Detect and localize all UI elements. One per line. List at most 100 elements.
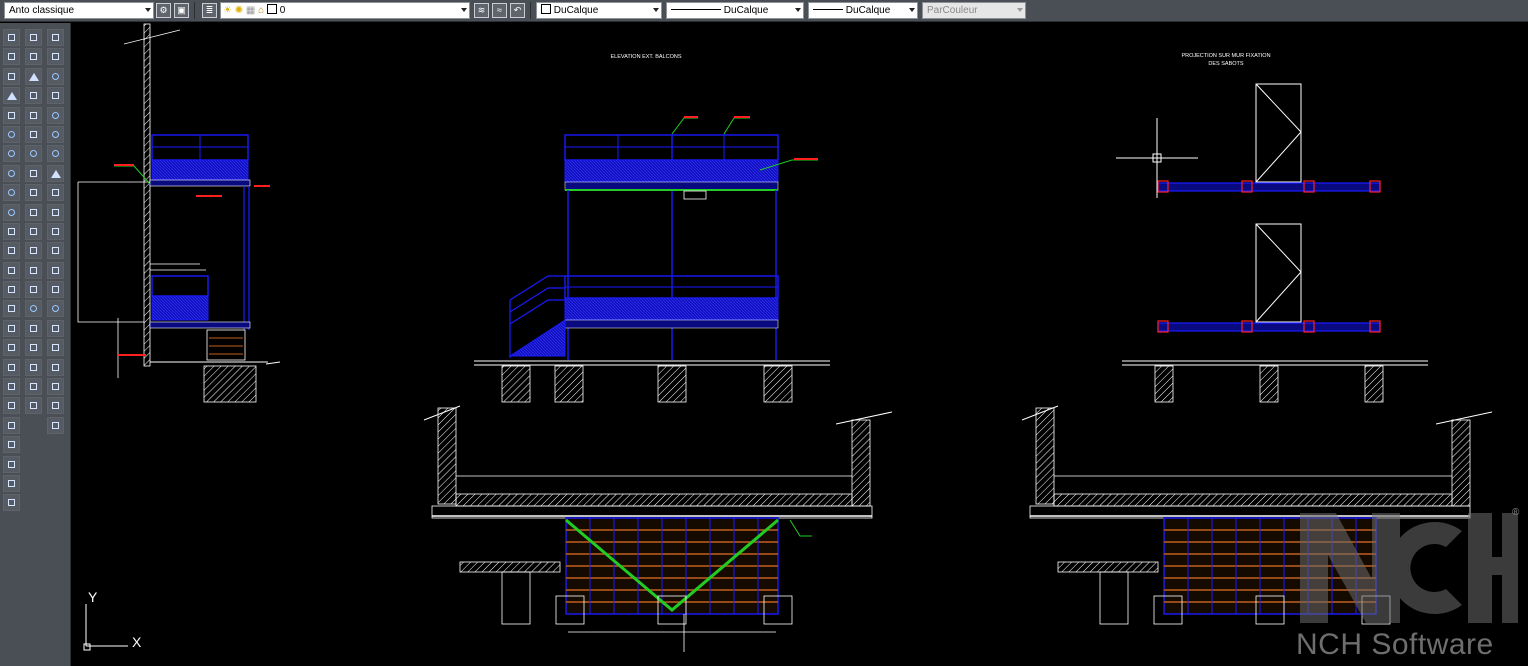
dim-ordinate-icon[interactable] xyxy=(47,87,64,105)
draworder-above-icon[interactable] xyxy=(3,436,20,454)
ellipse-tool-icon[interactable] xyxy=(3,203,20,221)
color-dropdown[interactable]: DuCalque xyxy=(536,2,662,19)
chamfer-tool-icon[interactable] xyxy=(25,281,42,299)
pedit-tool-icon[interactable] xyxy=(25,339,42,357)
sketch-tool-icon[interactable] xyxy=(25,358,42,376)
match-layer-icon[interactable]: ≈ xyxy=(492,3,507,18)
construction-line-icon[interactable] xyxy=(3,48,20,66)
explode-tool-icon[interactable] xyxy=(25,319,42,337)
scale-tool-icon[interactable] xyxy=(25,164,42,182)
linetype-dropdown[interactable]: DuCalque xyxy=(666,2,804,19)
gear-icon[interactable]: ⚙ xyxy=(156,3,171,18)
lineweight-dropdown[interactable]: DuCalque xyxy=(808,2,918,19)
projection-title-line1: PROJECTION SUR MUR FIXATION xyxy=(1181,53,1270,59)
dim-text-edit-icon[interactable] xyxy=(47,378,64,396)
plotstyle-dropdown: ParCouleur xyxy=(922,2,1026,19)
draworder-below-icon[interactable] xyxy=(3,455,20,473)
extend-tool-icon[interactable] xyxy=(25,222,42,240)
dim-update-icon[interactable] xyxy=(47,397,64,415)
plotstyle-dropdown-value: ParCouleur xyxy=(927,5,978,16)
table-tool-icon[interactable] xyxy=(3,339,20,357)
dim-continue-icon[interactable] xyxy=(47,222,64,240)
mtext-tool-icon[interactable] xyxy=(3,358,20,376)
previous-layer-icon[interactable]: ↶ xyxy=(510,3,525,18)
add-selected-icon[interactable] xyxy=(3,378,20,396)
gradient-tool-icon[interactable] xyxy=(3,300,20,318)
dim-break-icon[interactable] xyxy=(47,261,64,279)
chevron-down-icon xyxy=(795,8,801,12)
spline-tool-icon[interactable] xyxy=(3,184,20,202)
dim-jogged-icon[interactable] xyxy=(47,125,64,143)
fillet-tool-icon[interactable] xyxy=(25,300,42,318)
polygon-tool-icon[interactable] xyxy=(3,87,20,105)
draworder-back-icon[interactable] xyxy=(3,416,20,434)
elevation-title: ELEVATION EXT. BALCONS xyxy=(610,54,681,60)
revision-cloud-icon[interactable] xyxy=(3,164,20,182)
rectangle-tool-icon[interactable] xyxy=(3,106,20,124)
projection-view-right: PROJECTION SUR MUR FIXATION DES SABOTS xyxy=(1116,53,1428,403)
text-to-front-icon[interactable] xyxy=(3,474,20,492)
make-block-icon[interactable] xyxy=(3,242,20,260)
nch-logo: ® xyxy=(1300,507,1520,623)
hatch-tool-icon[interactable] xyxy=(3,281,20,299)
move-tool-icon[interactable] xyxy=(25,125,42,143)
trim-tool-icon[interactable] xyxy=(25,203,42,221)
dim-diameter-icon[interactable] xyxy=(47,145,64,163)
projection-title-line2: DES SABOTS xyxy=(1208,61,1243,67)
modify-toolbar xyxy=(24,29,44,417)
point-tool-icon[interactable] xyxy=(3,261,20,279)
workspace-dropdown[interactable]: Anto classique xyxy=(4,2,154,19)
sun-icon: ✺ xyxy=(234,5,244,16)
section-view-left xyxy=(77,23,281,403)
tolerance-icon[interactable] xyxy=(47,281,64,299)
color-swatch xyxy=(541,4,551,14)
plan-view-middle xyxy=(423,405,893,652)
inspection-icon[interactable] xyxy=(47,319,64,337)
workspace-settings-icon[interactable]: ▣ xyxy=(174,3,189,18)
lightbulb-icon: ☀ xyxy=(223,5,232,16)
hatch-to-back-icon[interactable] xyxy=(3,494,20,512)
dim-radius-icon[interactable] xyxy=(47,106,64,124)
break-tool-icon[interactable] xyxy=(25,242,42,260)
mirror-tool-icon[interactable] xyxy=(25,67,42,85)
jogged-linear-icon[interactable] xyxy=(47,339,64,357)
workspace-dropdown-value: Anto classique xyxy=(9,5,75,16)
dim-angular-icon[interactable] xyxy=(47,164,64,182)
dim-style-icon[interactable] xyxy=(47,416,64,434)
registered-mark: ® xyxy=(1512,507,1520,518)
polyline-tool-icon[interactable] xyxy=(3,67,20,85)
dim-space-icon[interactable] xyxy=(47,242,64,260)
insert-block-icon[interactable] xyxy=(3,222,20,240)
linetype-dropdown-value: DuCalque xyxy=(723,5,769,16)
rotate-tool-icon[interactable] xyxy=(25,145,42,163)
arc-tool-icon[interactable] xyxy=(3,125,20,143)
chevron-down-icon xyxy=(145,8,151,12)
region-tool-icon[interactable] xyxy=(3,319,20,337)
ucs-icon xyxy=(83,604,128,651)
dimension-linear-icon[interactable] xyxy=(25,378,42,396)
dim-baseline-icon[interactable] xyxy=(47,203,64,221)
stretch-tool-icon[interactable] xyxy=(25,184,42,202)
draworder-front-icon[interactable] xyxy=(3,397,20,415)
offset-tool-icon[interactable] xyxy=(25,87,42,105)
erase-tool-icon[interactable] xyxy=(25,29,42,46)
dimension-aligned-icon[interactable] xyxy=(25,397,42,415)
circle-tool-icon[interactable] xyxy=(3,145,20,163)
dimension-toolbar xyxy=(46,29,66,436)
draw-toolbar xyxy=(2,29,22,514)
nch-brand-text: NCH Software xyxy=(1296,628,1494,661)
line-tool-icon[interactable] xyxy=(3,29,20,46)
dim-edit-icon[interactable] xyxy=(47,358,64,376)
layer-manager-icon[interactable]: ≣ xyxy=(202,3,217,18)
quick-dimension-icon[interactable] xyxy=(47,184,64,202)
make-current-layer-icon[interactable]: ≋ xyxy=(474,3,489,18)
layer-dropdown[interactable]: ☀ ✺ ▦ ⌂ 0 xyxy=(220,2,470,19)
array-tool-icon[interactable] xyxy=(25,106,42,124)
join-tool-icon[interactable] xyxy=(25,261,42,279)
center-mark-icon[interactable] xyxy=(47,300,64,318)
copy-tool-icon[interactable] xyxy=(25,48,42,66)
layer-dropdown-value: 0 xyxy=(279,5,286,16)
dim-aligned-icon[interactable] xyxy=(47,48,64,66)
dim-linear-icon[interactable] xyxy=(47,29,64,46)
dim-arc-icon[interactable] xyxy=(47,67,64,85)
